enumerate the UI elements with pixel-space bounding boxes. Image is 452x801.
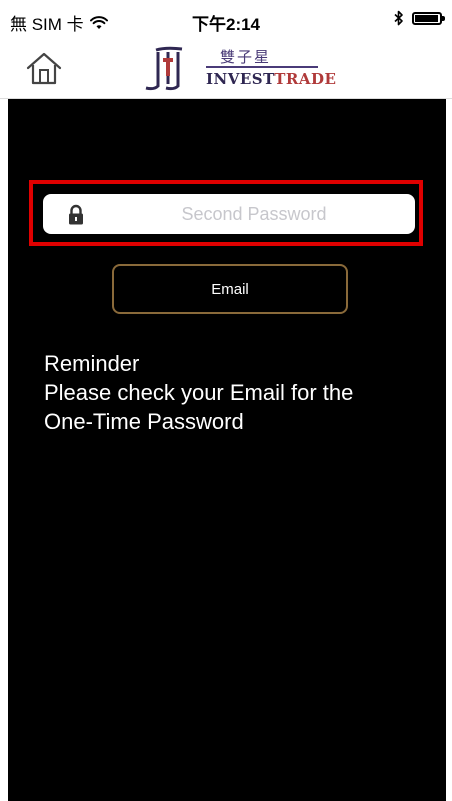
bluetooth-icon [394,10,403,26]
home-button[interactable] [24,50,64,86]
logo-divider [206,66,318,68]
reminder-message: Reminder Please check your Email for the… [44,349,434,436]
app-screen: 無 SIM 卡 下午2:14 雙子星 INVESTTRADE Email Rem… [0,0,452,801]
lock-icon [69,204,83,225]
app-header: 雙子星 INVESTTRADE [0,38,452,99]
investrade-logo: 雙子星 INVESTTRADE [142,44,336,94]
battery-icon [412,11,445,25]
reminder-line-1: Please check your Email for the [44,380,354,405]
home-icon [26,52,62,85]
second-password-input[interactable] [103,194,405,234]
status-bar: 無 SIM 卡 下午2:14 [0,0,452,38]
second-password-field[interactable] [43,194,415,234]
battery-level-fill [415,14,438,22]
reminder-title: Reminder [44,351,140,376]
logo-english-invest: INVEST [206,70,275,88]
logo-chinese-name: 雙子星 [220,48,272,66]
status-time: 下午2:14 [191,15,261,34]
logo-english-trade: TRADE [274,70,337,88]
logo-mark-icon [145,46,183,91]
status-right [394,10,445,26]
main-content: Email Reminder Please check your Email f… [8,99,446,801]
email-button[interactable]: Email [112,264,348,314]
email-button-label: Email [211,280,249,298]
logo-english-name: INVESTTRADE [206,70,336,88]
reminder-line-2: One-Time Password [44,409,244,434]
